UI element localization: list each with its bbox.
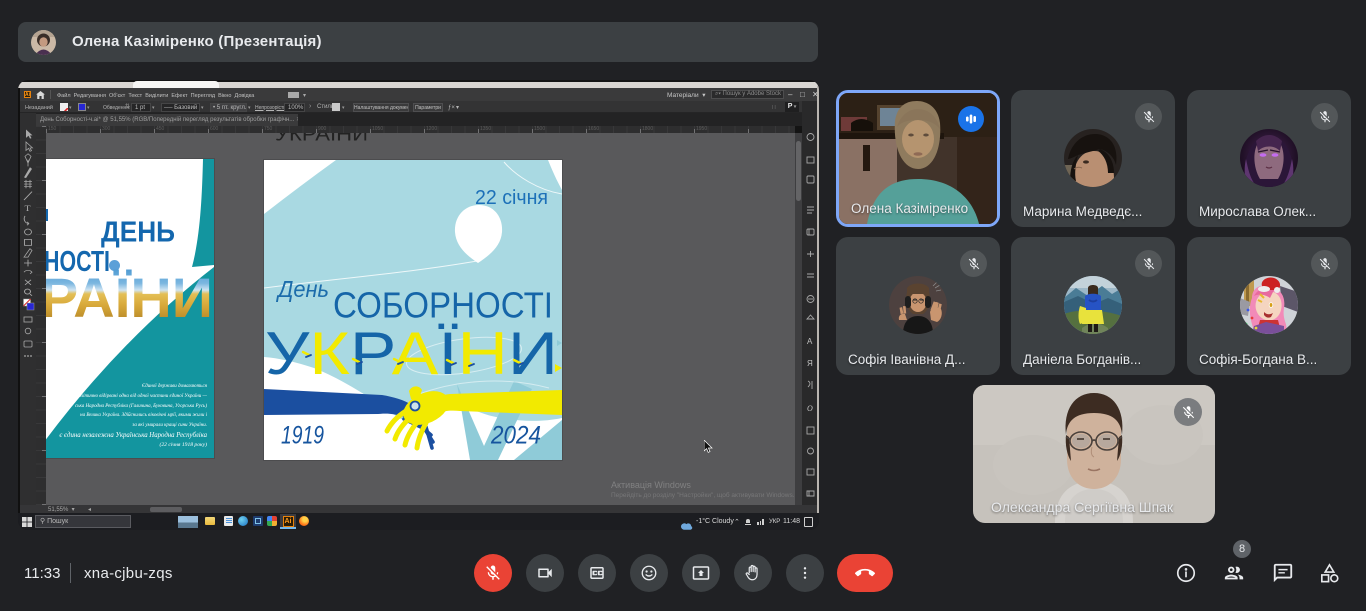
svg-text:T: T bbox=[25, 204, 31, 213]
svg-text:22 січня: 22 січня bbox=[475, 187, 548, 209]
svg-text:A: A bbox=[807, 337, 813, 346]
svg-text:УКРАЇНИ: УКРАЇНИ bbox=[275, 133, 368, 142]
svg-text:ДЕНЬ: ДЕНЬ bbox=[101, 217, 175, 249]
svg-text:Я: Я bbox=[807, 359, 813, 368]
svg-text:2024: 2024 bbox=[490, 422, 541, 450]
svg-text:O: O bbox=[807, 404, 813, 413]
svg-text:УКРАЇНИ: УКРАЇНИ bbox=[265, 320, 558, 387]
svg-text:1919: 1919 bbox=[281, 422, 324, 450]
svg-text:РАЇНИ: РАЇНИ bbox=[46, 266, 213, 329]
svg-text:СОБОРНОСТІ: СОБОРНОСТІ bbox=[333, 285, 553, 326]
svg-text:День: День bbox=[275, 276, 329, 302]
